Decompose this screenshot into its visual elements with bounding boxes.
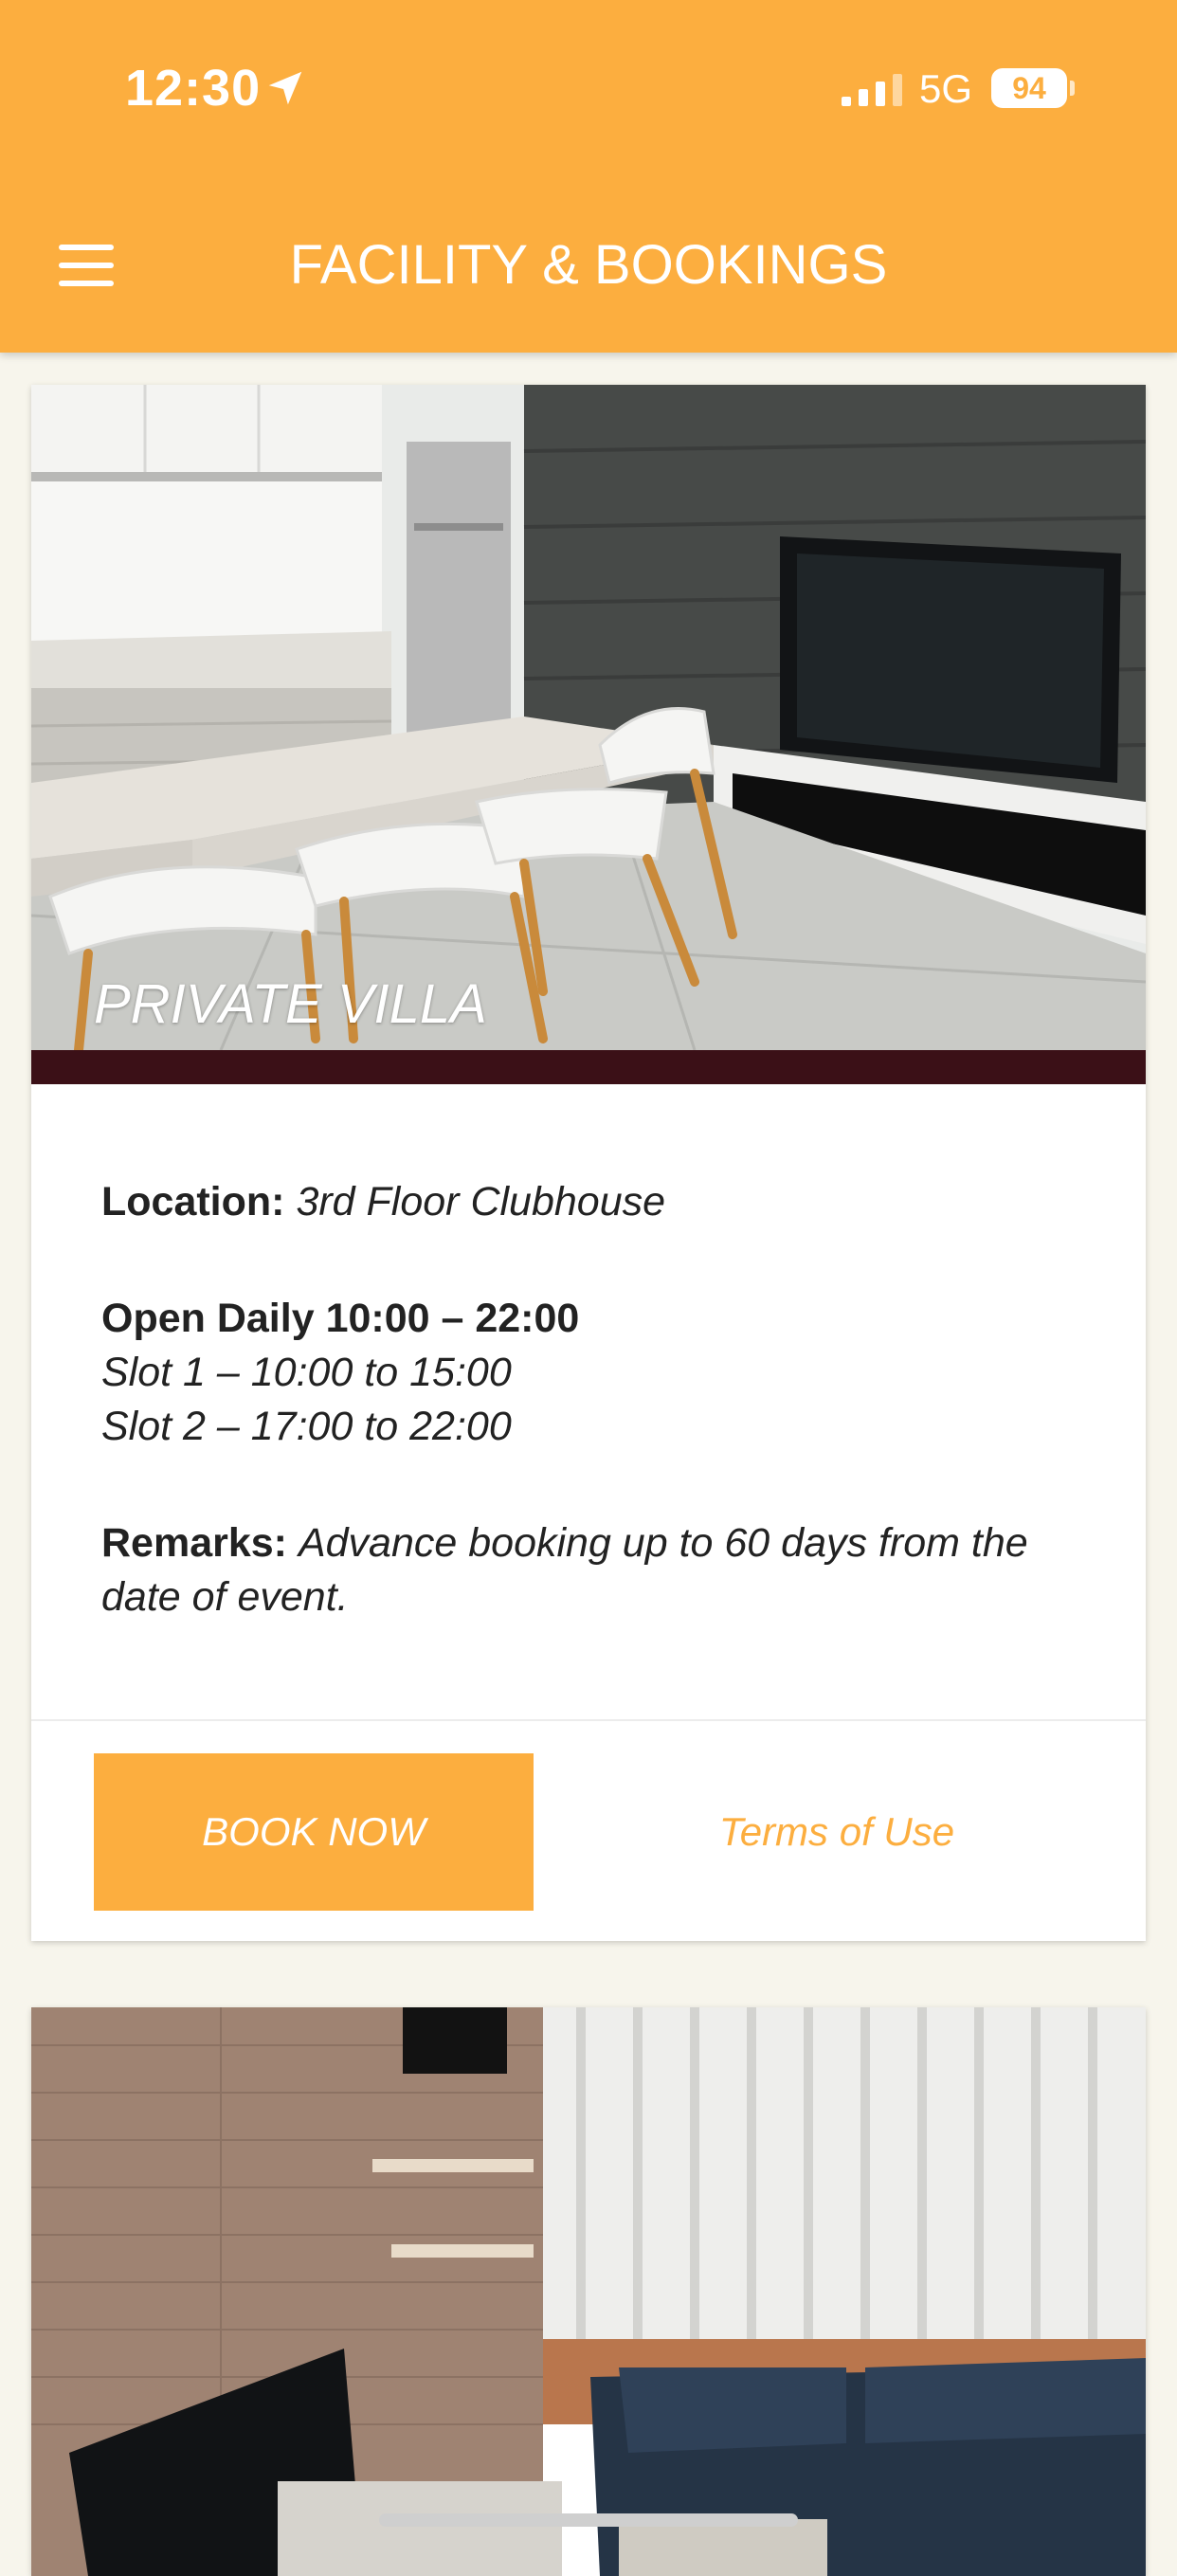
signal-icon — [842, 74, 902, 106]
facility-details: Location: 3rd Floor Clubhouse Open Daily… — [101, 1175, 1087, 1624]
location-value: 3rd Floor Clubhouse — [296, 1179, 666, 1225]
facility-image[interactable] — [31, 385, 1146, 1050]
facility-name: PRIVATE VILLA — [94, 973, 487, 1035]
terms-of-use-link[interactable]: Terms of Use — [600, 1753, 1074, 1911]
slot-2: Slot 2 – 17:00 to 22:00 — [101, 1404, 512, 1449]
opening-hours: Open Daily 10:00 – 22:00 — [101, 1296, 580, 1341]
lounge-room-photo — [31, 2007, 1146, 2576]
battery-nub — [1070, 81, 1075, 96]
facility-image[interactable] — [31, 2007, 1146, 2576]
private-villa-photo — [31, 385, 1146, 1050]
app-header: 12:30 5G 94 FACILITY & BOOKINGS — [0, 0, 1177, 353]
image-footer-strip — [31, 1050, 1146, 1084]
book-now-button[interactable]: BOOK NOW — [94, 1753, 534, 1911]
page-title: FACILITY & BOOKINGS — [289, 234, 888, 296]
status-time: 12:30 — [125, 60, 262, 117]
remarks-label: Remarks: — [101, 1520, 287, 1566]
card-divider — [31, 1719, 1146, 1721]
location-label: Location: — [101, 1179, 285, 1225]
facility-card: PRIVATE VILLA Location: 3rd Floor Clubho… — [31, 385, 1146, 1941]
location-arrow-icon — [268, 71, 302, 105]
facility-card — [31, 2007, 1146, 2576]
slot-1: Slot 1 – 10:00 to 15:00 — [101, 1350, 512, 1395]
home-indicator[interactable] — [379, 2513, 798, 2527]
network-label: 5G — [919, 66, 973, 111]
battery-icon: 94 — [991, 68, 1067, 108]
